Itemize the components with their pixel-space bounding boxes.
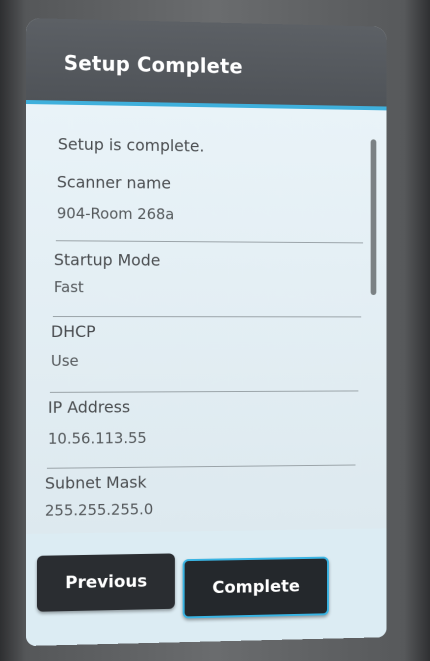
divider: [49, 390, 359, 393]
scanner-name-label: Scanner name: [56, 172, 171, 193]
startup-mode-value: Fast: [53, 278, 84, 297]
divider: [52, 316, 362, 318]
list-item-scanner-name: Scanner name 904-Room 268a: [26, 166, 364, 244]
ip-address-label: IP Address: [47, 397, 131, 417]
complete-button[interactable]: Complete: [182, 556, 329, 619]
previous-button[interactable]: Previous: [36, 553, 175, 612]
status-message: Setup is complete.: [57, 134, 205, 156]
scrollbar[interactable]: [370, 139, 377, 296]
page-title: Setup Complete: [63, 50, 243, 79]
startup-mode-label: Startup Mode: [53, 250, 161, 270]
divider: [46, 464, 356, 469]
ip-address-value: 10.56.113.55: [47, 429, 147, 448]
divider: [55, 240, 364, 244]
subnet-mask-value: 255.255.255.0: [44, 500, 154, 520]
scanner-name-value: 904-Room 268a: [56, 204, 175, 224]
settings-summary-list[interactable]: Setup is complete. Scanner name 904-Room…: [26, 104, 387, 539]
dhcp-value: Use: [50, 351, 79, 370]
screen: Setup Complete Setup is complete. Scanne…: [26, 18, 387, 646]
subnet-mask-label: Subnet Mask: [44, 472, 147, 493]
title-bar: Setup Complete: [26, 18, 387, 107]
dhcp-label: DHCP: [50, 322, 96, 341]
list-item-startup-mode: Startup Mode Fast: [26, 244, 362, 318]
footer-button-bar: Previous Complete: [26, 528, 387, 646]
